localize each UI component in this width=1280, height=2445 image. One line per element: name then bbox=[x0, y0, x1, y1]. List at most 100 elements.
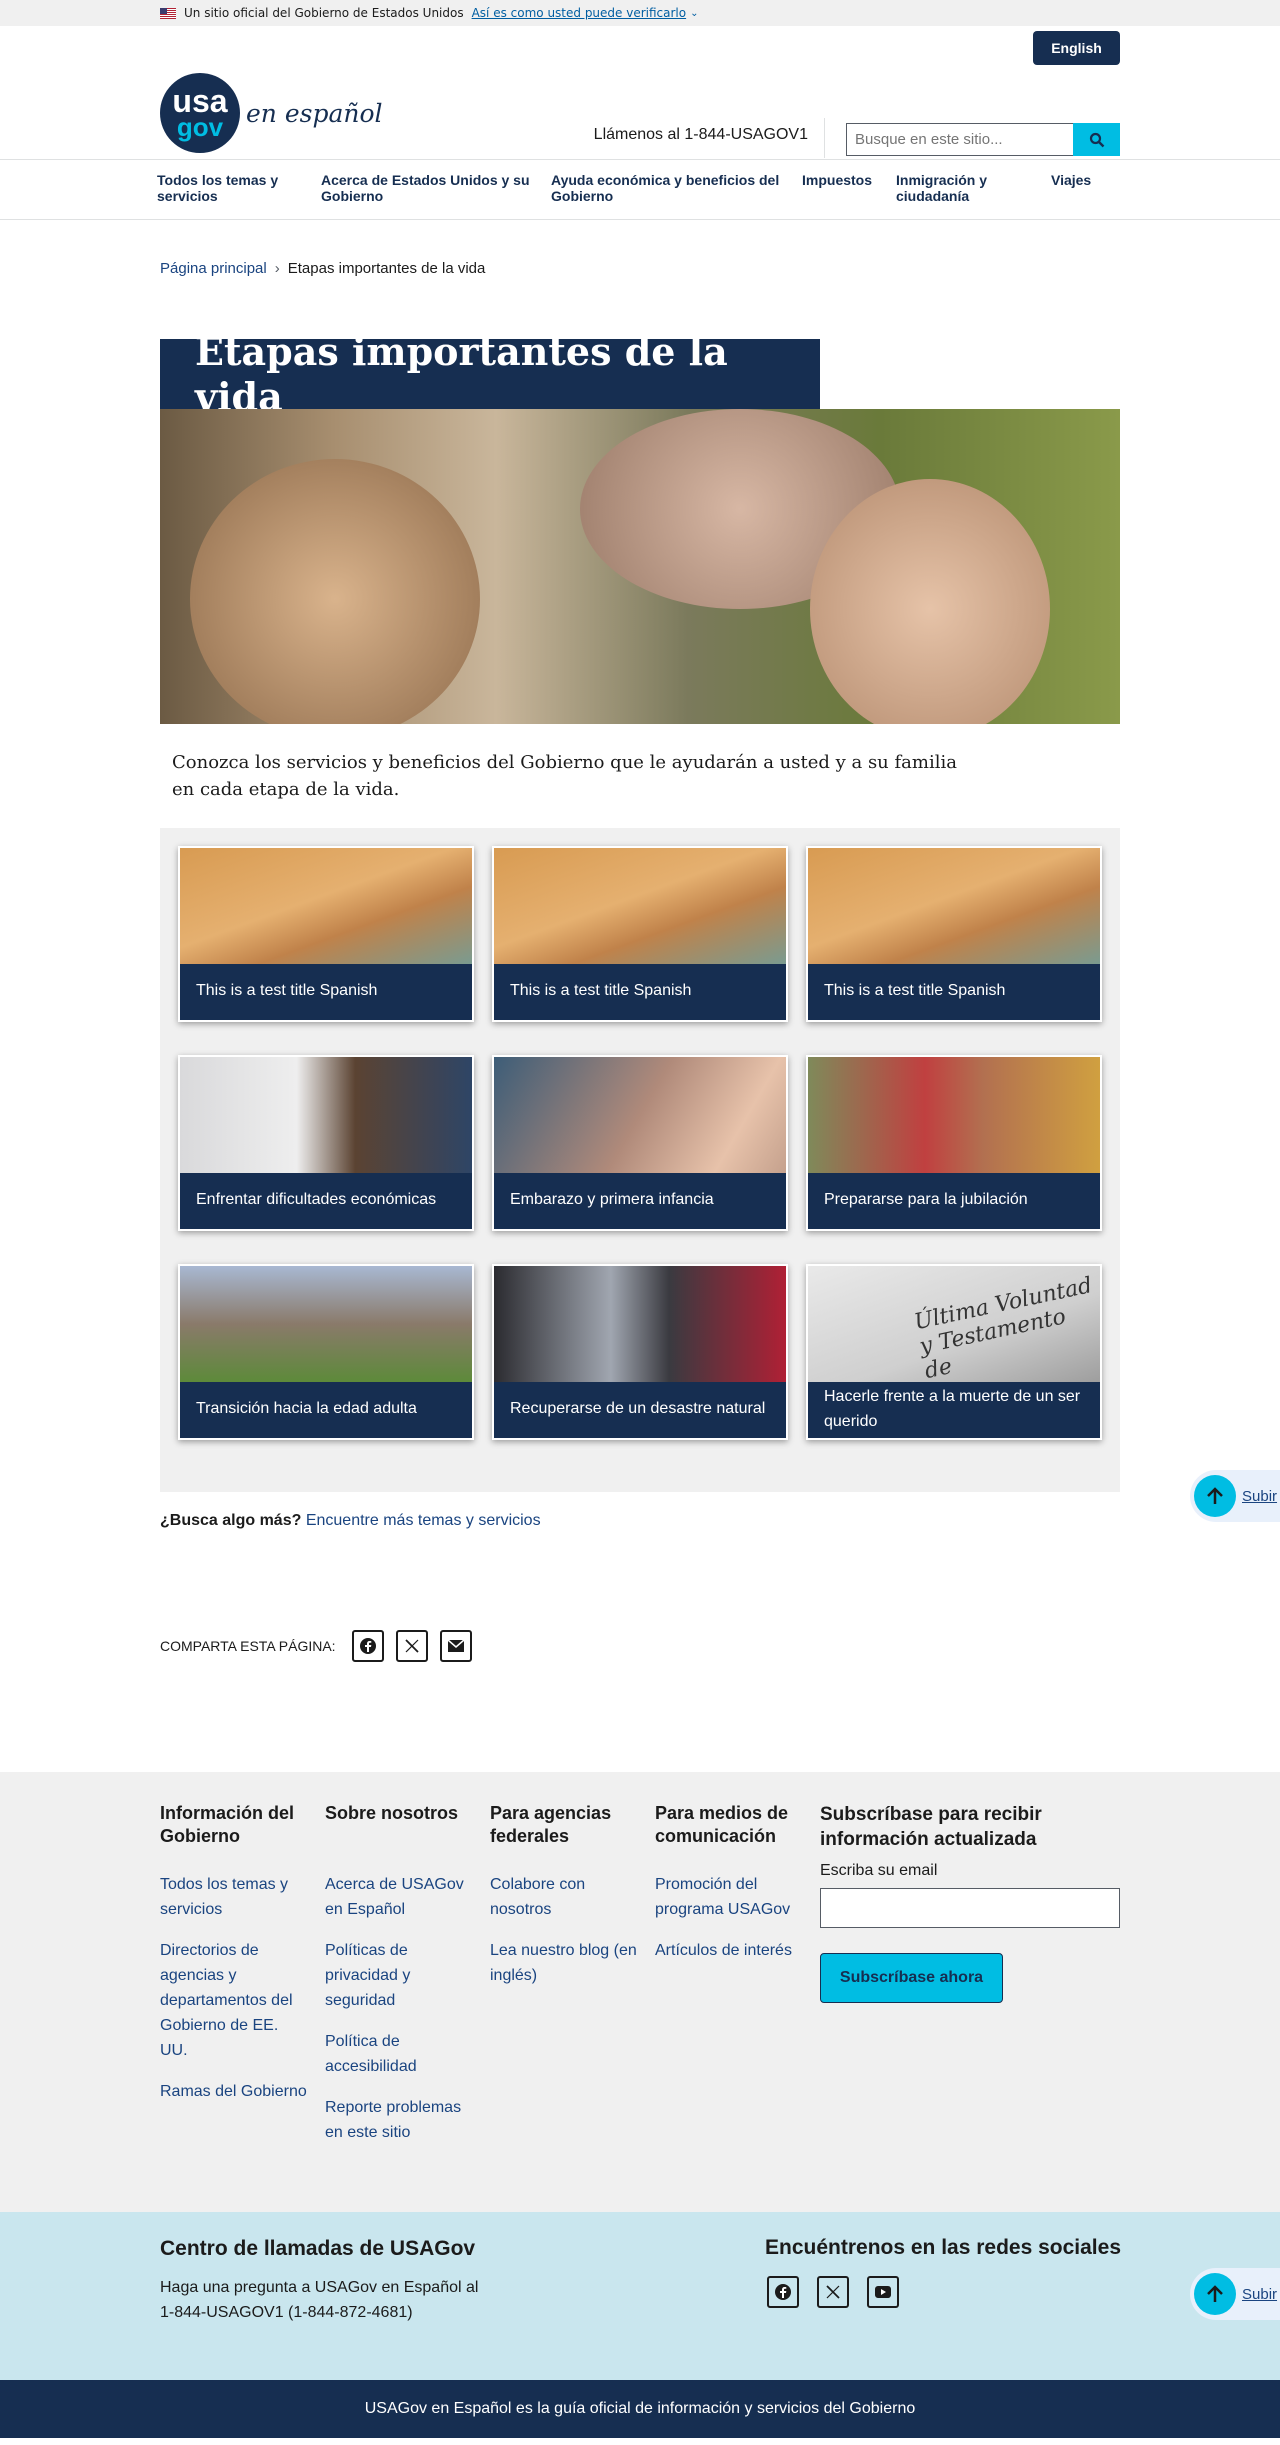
footer-link[interactable]: Colabore con nosotros bbox=[490, 1872, 640, 1922]
email-icon[interactable] bbox=[439, 1630, 472, 1662]
more-topics-link[interactable]: Encuentre más temas y servicios bbox=[306, 1512, 541, 1529]
card-label: Embarazo y primera infancia bbox=[494, 1173, 786, 1229]
footer-link[interactable]: Artículos de interés bbox=[655, 1938, 805, 1963]
contact-text: Haga una pregunta a USAGov en Español al… bbox=[160, 2279, 479, 2321]
social-icons bbox=[765, 2276, 1121, 2308]
breadcrumb: Página principal › Etapas importantes de l… bbox=[160, 260, 1280, 277]
topic-card-muerte-ser-querido[interactable]: Última Voluntad y Testamento de Hacerle … bbox=[806, 1264, 1102, 1440]
topic-card-edad-adulta[interactable]: Transición hacia la edad adulta bbox=[178, 1264, 474, 1440]
card-label: Hacerle frente a la muerte de un ser que… bbox=[808, 1382, 1100, 1438]
search-icon bbox=[1089, 132, 1104, 147]
back-to-top-label: Subir bbox=[1242, 2285, 1278, 2303]
back-to-top-label: Subir bbox=[1242, 1487, 1278, 1505]
card-label: Enfrentar dificultades económicas bbox=[180, 1173, 472, 1229]
gov-banner-text: Un sitio oficial del Gobierno de Estados… bbox=[184, 6, 464, 20]
back-to-top-button[interactable]: Subir bbox=[1190, 2268, 1280, 2320]
breadcrumb-separator-icon: › bbox=[274, 260, 280, 277]
more-topics: ¿Busca algo más? Encuentre más temas y s… bbox=[160, 1512, 1280, 1530]
x-twitter-icon[interactable] bbox=[817, 2276, 849, 2308]
card-image-desk bbox=[180, 848, 472, 964]
email-field[interactable] bbox=[820, 1888, 1120, 1928]
card-image-desk bbox=[808, 848, 1100, 964]
bottom-bar: USAGov en Español es la guía oficial de … bbox=[0, 2380, 1280, 2438]
card-image-seniors bbox=[808, 1057, 1100, 1173]
topic-card-jubilacion[interactable]: Prepararse para la jubilación bbox=[806, 1055, 1102, 1231]
footer-col-title: Para medios de comunicación bbox=[655, 1803, 789, 1846]
page-title: Etapas importantes de la vida bbox=[160, 329, 820, 419]
facebook-icon[interactable] bbox=[351, 1630, 384, 1662]
hero-woman-figure bbox=[810, 479, 1050, 724]
us-flag-icon bbox=[160, 7, 176, 19]
card-label: This is a test title Spanish bbox=[180, 964, 472, 1020]
subscribe-button[interactable]: Subscríbase ahora bbox=[820, 1953, 1003, 2003]
footer-link[interactable]: Todos los temas y servicios bbox=[160, 1872, 310, 1922]
topic-card-desastre-natural[interactable]: Recuperarse de un desastre natural bbox=[492, 1264, 788, 1440]
email-label: Escriba su email bbox=[820, 1862, 938, 1879]
topic-cards: This is a test title Spanish This is a t… bbox=[160, 828, 1120, 1492]
logo-tagline: en español bbox=[246, 98, 383, 128]
main-nav: Todos los temas y servicios Acerca de Es… bbox=[0, 160, 1280, 220]
logo-gov: gov bbox=[176, 111, 224, 142]
nav-item-todos-los-temas[interactable]: Todos los temas y servicios bbox=[157, 172, 321, 219]
x-twitter-icon[interactable] bbox=[395, 1630, 428, 1662]
footer-link[interactable]: Promoción del programa USAGov bbox=[655, 1872, 805, 1922]
site-header: English usa gov en español Llámenos al 1… bbox=[0, 26, 1280, 160]
verify-link[interactable]: Así es como usted puede verificarlo bbox=[472, 6, 687, 20]
youtube-icon[interactable] bbox=[867, 2276, 899, 2308]
nav-item-impuestos[interactable]: Impuestos bbox=[802, 172, 896, 219]
card-image-work bbox=[180, 1057, 472, 1173]
site-footer: Información del Gobierno Todos los temas… bbox=[0, 1772, 1280, 2212]
footer-col-medios: Para medios de comunicación Promoción de… bbox=[655, 1802, 820, 2212]
footer-col-agencias: Para agencias federales Colabore con nos… bbox=[490, 1802, 655, 2212]
subscribe-title: Subscríbase para recibir información act… bbox=[820, 1804, 1042, 1850]
search-button[interactable] bbox=[1073, 123, 1120, 156]
footer-col-title: Información del Gobierno bbox=[160, 1803, 295, 1846]
footer-link[interactable]: Ramas del Gobierno bbox=[160, 2079, 310, 2104]
more-question: ¿Busca algo más? bbox=[160, 1512, 302, 1529]
footer-link[interactable]: Acerca de USAGov en Español bbox=[325, 1872, 475, 1922]
card-label: This is a test title Spanish bbox=[808, 964, 1100, 1020]
gov-banner: Un sitio oficial del Gobierno de Estados… bbox=[0, 0, 1280, 26]
card-label: Prepararse para la jubilación bbox=[808, 1173, 1100, 1229]
footer-link[interactable]: Directorios de agencias y departamentos … bbox=[160, 1938, 310, 2063]
card-label: Recuperarse de un desastre natural bbox=[494, 1382, 786, 1438]
search-input[interactable] bbox=[846, 123, 1073, 156]
facebook-icon[interactable] bbox=[767, 2276, 799, 2308]
chevron-down-icon[interactable]: ⌄ bbox=[690, 8, 698, 19]
arrow-up-icon bbox=[1194, 2273, 1236, 2315]
topic-card-enfrentar-dificultades[interactable]: Enfrentar dificultades económicas bbox=[178, 1055, 474, 1231]
topic-card[interactable]: This is a test title Spanish bbox=[806, 846, 1102, 1022]
arrow-up-icon bbox=[1194, 1475, 1236, 1517]
footer-link[interactable]: Políticas de privacidad y seguridad bbox=[325, 1938, 475, 2013]
card-label: This is a test title Spanish bbox=[494, 964, 786, 1020]
nav-item-acerca[interactable]: Acerca de Estados Unidos y su Gobierno bbox=[321, 172, 551, 219]
social-title: Encuéntrenos en las redes sociales bbox=[765, 2236, 1121, 2259]
usagov-logo[interactable]: usa gov en español bbox=[160, 73, 383, 153]
footer-link[interactable]: Reporte problemas en este sitio bbox=[325, 2095, 475, 2145]
topic-card-embarazo[interactable]: Embarazo y primera infancia bbox=[492, 1055, 788, 1231]
english-language-button[interactable]: English bbox=[1033, 31, 1120, 65]
social-section: Encuéntrenos en las redes sociales bbox=[765, 2236, 1121, 2308]
share-bar: COMPARTA ESTA PÁGINA: bbox=[160, 1630, 1280, 1662]
header-divider bbox=[824, 118, 825, 158]
card-image-emergency-kit bbox=[494, 1266, 786, 1382]
topic-card[interactable]: This is a test title Spanish bbox=[178, 846, 474, 1022]
breadcrumb-home-link[interactable]: Página principal bbox=[160, 260, 267, 277]
footer-link[interactable]: Política de accesibilidad bbox=[325, 2029, 475, 2079]
nav-item-inmigracion[interactable]: Inmigración y ciudadanía bbox=[896, 172, 1051, 219]
intro-text: Conozca los servicios y beneficios del G… bbox=[172, 752, 957, 800]
card-image-desk bbox=[494, 848, 786, 964]
footer-col-informacion: Información del Gobierno Todos los temas… bbox=[160, 1802, 325, 2212]
call-number: Llámenos al 1-844-USAGOV1 bbox=[593, 126, 808, 143]
hero-child-figure bbox=[190, 459, 480, 724]
card-label: Transición hacia la edad adulta bbox=[180, 1382, 472, 1438]
footer-link[interactable]: Lea nuestro blog (en inglés) bbox=[490, 1938, 640, 1988]
subscribe-form: Subscríbase para recibir información act… bbox=[820, 1802, 1120, 2212]
topic-card[interactable]: This is a test title Spanish bbox=[492, 846, 788, 1022]
contact-section: Centro de llamadas de USAGov Haga una pr… bbox=[0, 2212, 1280, 2380]
footer-col-title: Para agencias federales bbox=[490, 1803, 612, 1846]
nav-item-viajes[interactable]: Viajes bbox=[1051, 172, 1131, 219]
nav-item-ayuda-economica[interactable]: Ayuda económica y beneficios del Gobiern… bbox=[551, 172, 802, 219]
back-to-top-button[interactable]: Subir bbox=[1190, 1470, 1280, 1522]
search-form bbox=[846, 123, 1120, 156]
